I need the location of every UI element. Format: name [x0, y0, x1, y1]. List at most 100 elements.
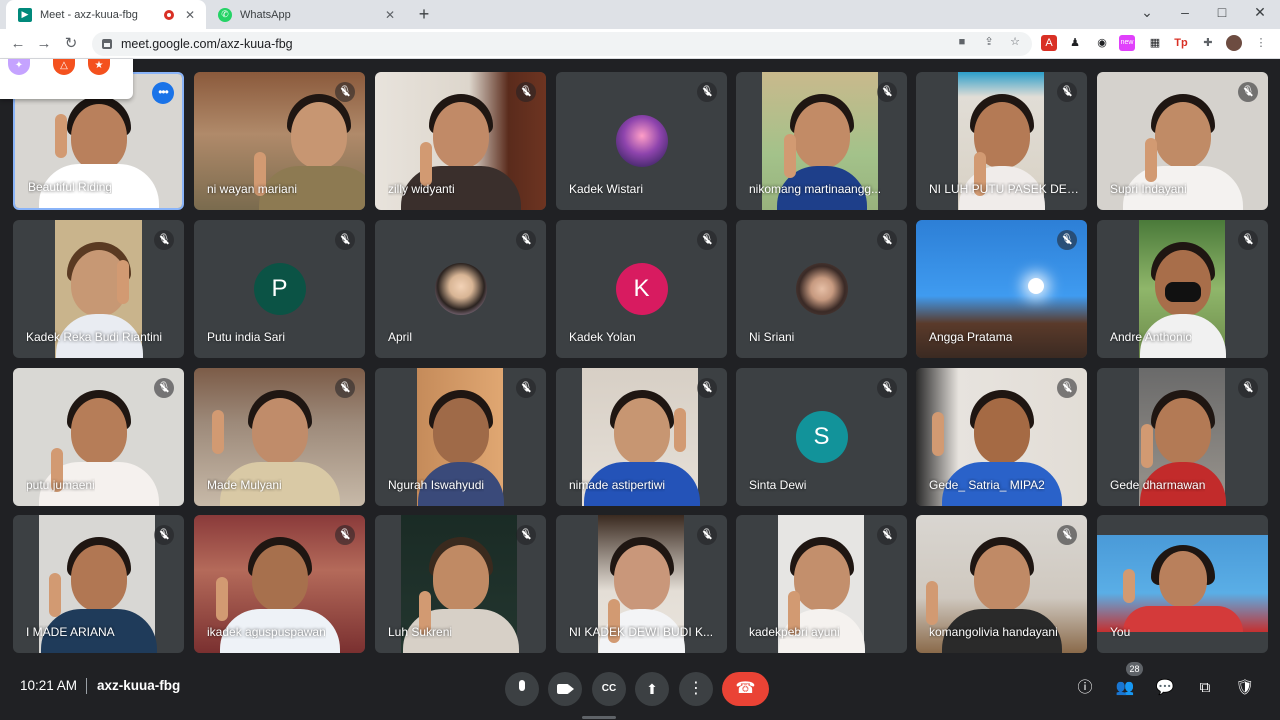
tab-meet[interactable]: ▶ Meet - axz-kuua-fbg ✕ — [6, 0, 206, 29]
participant-tile[interactable]: 🎙 NI LUH PUTU PASEK DEV... — [916, 72, 1087, 210]
puzzle-extension-icon[interactable]: ✦ — [8, 59, 30, 75]
tp-extension-icon[interactable]: Tp — [1173, 35, 1189, 51]
participant-tile[interactable]: 🎙 zilly widyanti — [375, 72, 546, 210]
participant-photo-avatar — [795, 263, 848, 315]
participant-tile[interactable]: 🎙 komangolivia handayani — [916, 515, 1087, 653]
participant-tile[interactable]: 🎙 Ni Sriani — [736, 220, 907, 358]
meeting-details-icon[interactable]: ⓘ — [1073, 676, 1097, 700]
maximize-button[interactable]: □ — [1211, 4, 1233, 20]
share-icon[interactable]: ⇪ — [982, 35, 996, 49]
bookmark-star-icon[interactable]: ☆ — [1008, 35, 1022, 49]
present-screen-button[interactable]: ⬆ — [635, 672, 669, 706]
extension-icon[interactable]: ♟ — [1067, 35, 1083, 51]
tab-search-button[interactable]: ⌄ — [1136, 4, 1158, 21]
light-source — [1028, 278, 1044, 294]
face — [70, 104, 127, 170]
record-extension-icon[interactable]: ◉ — [1094, 35, 1110, 51]
hand — [216, 577, 228, 621]
browser-menu-icon[interactable]: ⋮ — [1253, 35, 1269, 51]
mic-off-icon: 🎙 — [1238, 230, 1258, 250]
grid-extension-icon[interactable]: ▦ — [1147, 35, 1163, 51]
back-icon[interactable]: ← — [8, 34, 28, 54]
participant-tile[interactable]: P 🎙 Putu india Sari — [194, 220, 365, 358]
close-window-button[interactable]: ✕ — [1249, 4, 1271, 21]
participant-name: komangolivia handayani — [929, 625, 1058, 639]
forward-icon[interactable]: → — [34, 34, 54, 54]
participant-tile[interactable]: 🎙 I MADE ARIANA — [13, 515, 184, 653]
face — [432, 398, 489, 464]
hand — [117, 260, 129, 304]
participant-tile[interactable]: 🎙 Kadek Wistari — [556, 72, 727, 210]
recording-icon — [164, 9, 174, 20]
participant-tile[interactable]: 🎙 ikadek aguspuspawan — [194, 515, 365, 653]
participant-name: Putu india Sari — [207, 330, 286, 344]
face — [251, 398, 308, 464]
mic-off-icon: 🎙 — [697, 525, 717, 545]
star-extension-icon[interactable]: ★ — [88, 59, 110, 75]
people-icon[interactable]: 👥 — [1113, 676, 1137, 700]
camera-button[interactable] — [548, 672, 582, 706]
participant-tile[interactable]: 🎙 Luh Sukreni — [375, 515, 546, 653]
participant-name: Gede dharmawan — [1110, 478, 1206, 492]
participant-tile[interactable]: 🎙 Gede dharmawan — [1097, 368, 1268, 506]
tab-whatsapp[interactable]: ✆ WhatsApp ✕ — [206, 0, 406, 29]
more-options-button[interactable]: ⋮ — [679, 672, 713, 706]
tab-close-button[interactable]: ✕ — [382, 8, 398, 22]
participant-tile[interactable]: 🎙 putu jumaeni — [13, 368, 184, 506]
extensions-puzzle-icon[interactable]: ✚ — [1200, 35, 1216, 51]
participant-letter-avatar: P — [253, 263, 306, 315]
participant-letter-avatar: K — [615, 263, 668, 315]
profile-avatar[interactable] — [1226, 35, 1242, 51]
microphone-button[interactable] — [505, 672, 539, 706]
lock-icon — [102, 39, 112, 49]
mic-off-icon: 🎙 — [1057, 82, 1077, 102]
participant-name: Luh Sukreni — [388, 625, 453, 639]
participant-name: You — [1110, 625, 1131, 639]
participant-tile[interactable]: 🎙 Supri Indayani — [1097, 72, 1268, 210]
participant-tile[interactable]: 🎙 Angga Pratama — [916, 220, 1087, 358]
participant-tile[interactable]: S 🎙 Sinta Dewi — [736, 368, 907, 506]
participant-tile[interactable]: 🎙 Andre Anthonio — [1097, 220, 1268, 358]
participant-letter-avatar: S — [795, 411, 848, 463]
participant-tile-self[interactable]: You — [1097, 515, 1268, 653]
minimize-button[interactable]: – — [1174, 4, 1196, 20]
new-tab-button[interactable]: + — [414, 4, 434, 25]
address-bar[interactable]: meet.google.com/axz-kuua-fbg — [92, 32, 1032, 56]
tab-close-button[interactable]: ✕ — [182, 8, 198, 22]
hand — [1141, 424, 1153, 468]
meeting-code[interactable]: axz-kuua-fbg — [97, 678, 180, 693]
tab-title: WhatsApp — [240, 8, 291, 21]
new-extension-icon[interactable]: new — [1119, 35, 1135, 51]
participant-tile[interactable]: 🎙 nimade astipertiwi — [556, 368, 727, 506]
participant-tile[interactable]: 🎙 April — [375, 220, 546, 358]
participant-tile[interactable]: K 🎙 Kadek Yolan — [556, 220, 727, 358]
mic-off-icon: 🎙 — [877, 82, 897, 102]
participant-tile[interactable]: 🎙 Ngurah Iswahyudi — [375, 368, 546, 506]
pdf-extension-icon[interactable]: A — [1041, 35, 1057, 51]
participant-tile[interactable]: 🎙 nikomang martinaangg... — [736, 72, 907, 210]
face — [973, 545, 1030, 611]
reload-icon[interactable]: ↻ — [61, 34, 81, 54]
camera-indicator-icon[interactable]: ■ — [955, 35, 969, 49]
participant-tile[interactable]: 🎙 ni wayan mariani — [194, 72, 365, 210]
face — [793, 545, 850, 611]
host-controls-icon[interactable]: 🛡 — [1233, 676, 1257, 700]
face — [70, 545, 127, 611]
mic-off-icon: 🎙 — [1057, 378, 1077, 398]
more-options-icon[interactable]: ••• — [152, 82, 174, 104]
face — [613, 545, 670, 611]
mic-off-icon: 🎙 — [335, 230, 355, 250]
chat-icon[interactable]: 💬 — [1153, 676, 1177, 700]
participant-tile[interactable]: 🎙 NI KADEK DEWI BUDI K... — [556, 515, 727, 653]
participant-tile[interactable]: 🎙 Gede_ Satria_ MIPA2 — [916, 368, 1087, 506]
participant-tile[interactable]: 🎙 Made Mulyani — [194, 368, 365, 506]
end-call-button[interactable]: ☎ — [722, 672, 769, 706]
mic-off-icon: 🎙 — [516, 378, 536, 398]
participant-tile[interactable]: 🎙 Kadek Reka Budi Riantini — [13, 220, 184, 358]
mic-off-icon: 🎙 — [1057, 230, 1077, 250]
captions-button[interactable]: CC — [592, 672, 626, 706]
participant-tile[interactable]: 🎙 kadekpebri ayuni — [736, 515, 907, 653]
activities-icon[interactable]: ⧉ — [1193, 676, 1217, 700]
drive-extension-icon[interactable]: △ — [53, 59, 75, 75]
browser-tab-strip: ▶ Meet - axz-kuua-fbg ✕ ✆ WhatsApp ✕ + ⌄… — [0, 0, 1280, 29]
